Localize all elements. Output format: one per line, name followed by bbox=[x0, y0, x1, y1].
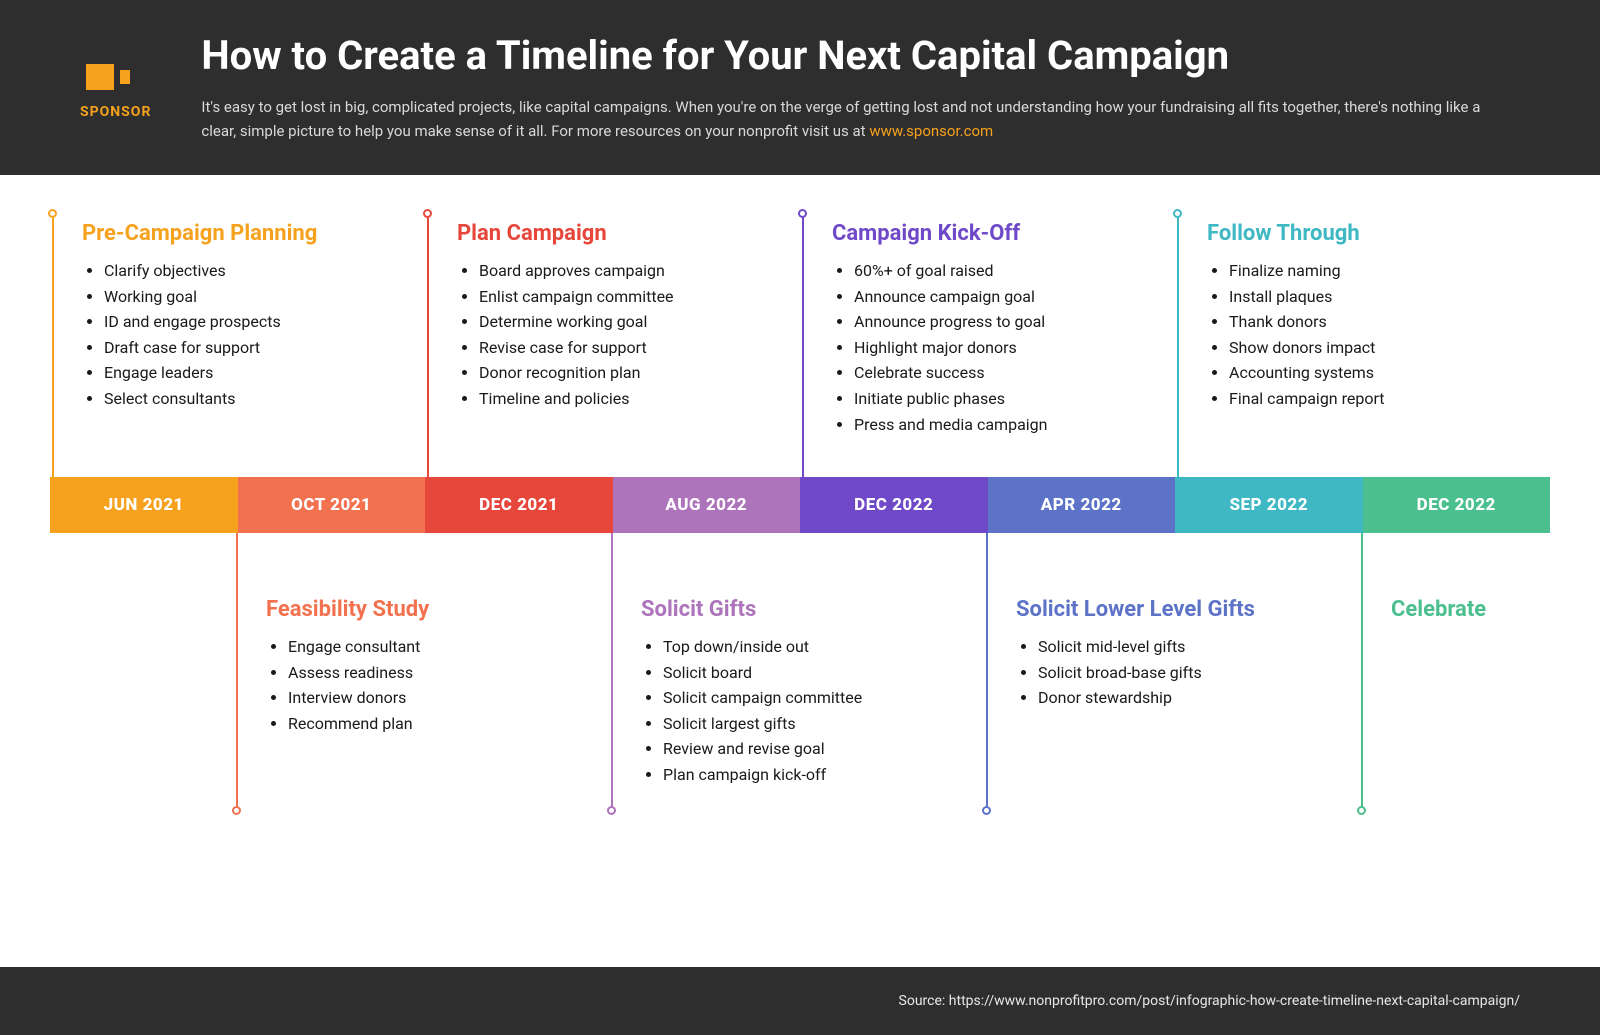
connector-plan-campaign bbox=[427, 213, 429, 477]
phase-title: Plan Campaign bbox=[457, 221, 757, 246]
list-item: Solicit broad-base gifts bbox=[1038, 660, 1336, 686]
list-item: Announce progress to goal bbox=[854, 309, 1132, 335]
phase-follow-through: Follow Through Finalize naming Install p… bbox=[1207, 221, 1507, 412]
list-item: 60%+ of goal raised bbox=[854, 258, 1132, 284]
phase-title: Pre-Campaign Planning bbox=[82, 221, 382, 246]
list-item: Clarify objectives bbox=[104, 258, 382, 284]
list-item: Enlist campaign committee bbox=[479, 284, 757, 310]
header: SPONSOR How to Create a Timeline for You… bbox=[0, 0, 1600, 175]
list-item: Accounting systems bbox=[1229, 360, 1507, 386]
phase-title: Celebrate bbox=[1391, 597, 1571, 622]
list-item: Assess readiness bbox=[288, 660, 566, 686]
phase-list: Board approves campaign Enlist campaign … bbox=[457, 258, 757, 412]
phase-celebrate: Celebrate bbox=[1391, 597, 1571, 634]
connector-celebrate bbox=[1361, 533, 1363, 811]
list-item: Solicit mid-level gifts bbox=[1038, 634, 1336, 660]
phase-list: Clarify objectives Working goal ID and e… bbox=[82, 258, 382, 412]
phase-pre-campaign: Pre-Campaign Planning Clarify objectives… bbox=[82, 221, 382, 412]
list-item: Engage consultant bbox=[288, 634, 566, 660]
list-item: Review and revise goal bbox=[663, 736, 941, 762]
list-item: Announce campaign goal bbox=[854, 284, 1132, 310]
connector-pre-campaign bbox=[52, 213, 54, 477]
list-item: Install plaques bbox=[1229, 284, 1507, 310]
month-oct-2021: OCT 2021 bbox=[238, 477, 426, 533]
header-text: How to Create a Timeline for Your Next C… bbox=[201, 32, 1501, 143]
main-canvas: JUN 2021 OCT 2021 DEC 2021 AUG 2022 DEC … bbox=[0, 175, 1600, 967]
month-dec-2021: DEC 2021 bbox=[425, 477, 613, 533]
subtitle-text: It's easy to get lost in big, complicate… bbox=[201, 98, 1480, 140]
list-item: Finalize naming bbox=[1229, 258, 1507, 284]
connector-solicit-gifts bbox=[611, 533, 613, 811]
sponsor-logo: SPONSOR bbox=[80, 56, 151, 120]
connector-feasibility bbox=[236, 533, 238, 811]
list-item: Recommend plan bbox=[288, 711, 566, 737]
footer-source: Source: https://www.nonprofitpro.com/pos… bbox=[899, 993, 1520, 1009]
phase-solicit-gifts: Solicit Gifts Top down/inside out Solici… bbox=[641, 597, 941, 788]
page-subtitle: It's easy to get lost in big, complicate… bbox=[201, 95, 1501, 143]
list-item: Solicit largest gifts bbox=[663, 711, 941, 737]
list-item: Show donors impact bbox=[1229, 335, 1507, 361]
connector-follow-through bbox=[1177, 213, 1179, 477]
timeline-bar: JUN 2021 OCT 2021 DEC 2021 AUG 2022 DEC … bbox=[50, 477, 1550, 533]
month-jun-2021: JUN 2021 bbox=[50, 477, 238, 533]
phase-list: Engage consultant Assess readiness Inter… bbox=[266, 634, 566, 736]
month-aug-2022: AUG 2022 bbox=[613, 477, 801, 533]
logo-mark-icon bbox=[86, 56, 146, 98]
list-item: Solicit campaign committee bbox=[663, 685, 941, 711]
list-item: Final campaign report bbox=[1229, 386, 1507, 412]
phase-list: Finalize naming Install plaques Thank do… bbox=[1207, 258, 1507, 412]
list-item: Determine working goal bbox=[479, 309, 757, 335]
connector-lower-level bbox=[986, 533, 988, 811]
phase-title: Follow Through bbox=[1207, 221, 1507, 246]
list-item: Revise case for support bbox=[479, 335, 757, 361]
month-apr-2022: APR 2022 bbox=[988, 477, 1176, 533]
subtitle-link[interactable]: www.sponsor.com bbox=[869, 122, 993, 140]
phase-title: Feasibility Study bbox=[266, 597, 566, 622]
phase-title: Solicit Lower Level Gifts bbox=[1016, 597, 1336, 622]
list-item: Solicit board bbox=[663, 660, 941, 686]
logo-text: SPONSOR bbox=[80, 104, 151, 120]
list-item: Press and media campaign bbox=[854, 412, 1132, 438]
list-item: Engage leaders bbox=[104, 360, 382, 386]
phase-title: Campaign Kick-Off bbox=[832, 221, 1132, 246]
list-item: Timeline and policies bbox=[479, 386, 757, 412]
phase-title: Solicit Gifts bbox=[641, 597, 941, 622]
month-sep-2022: SEP 2022 bbox=[1175, 477, 1363, 533]
list-item: Select consultants bbox=[104, 386, 382, 412]
phase-lower-level: Solicit Lower Level Gifts Solicit mid-le… bbox=[1016, 597, 1336, 711]
phase-feasibility: Feasibility Study Engage consultant Asse… bbox=[266, 597, 566, 736]
list-item: Donor recognition plan bbox=[479, 360, 757, 386]
connector-kickoff bbox=[802, 213, 804, 477]
month-dec-2022-a: DEC 2022 bbox=[800, 477, 988, 533]
list-item: Working goal bbox=[104, 284, 382, 310]
phase-list: 60%+ of goal raised Announce campaign go… bbox=[832, 258, 1132, 437]
list-item: Donor stewardship bbox=[1038, 685, 1336, 711]
phase-kickoff: Campaign Kick-Off 60%+ of goal raised An… bbox=[832, 221, 1132, 437]
list-item: Highlight major donors bbox=[854, 335, 1132, 361]
list-item: Initiate public phases bbox=[854, 386, 1132, 412]
month-dec-2022-b: DEC 2022 bbox=[1363, 477, 1551, 533]
list-item: ID and engage prospects bbox=[104, 309, 382, 335]
phase-list: Solicit mid-level gifts Solicit broad-ba… bbox=[1016, 634, 1336, 711]
list-item: Plan campaign kick-off bbox=[663, 762, 941, 788]
list-item: Celebrate success bbox=[854, 360, 1132, 386]
list-item: Draft case for support bbox=[104, 335, 382, 361]
list-item: Thank donors bbox=[1229, 309, 1507, 335]
list-item: Board approves campaign bbox=[479, 258, 757, 284]
list-item: Top down/inside out bbox=[663, 634, 941, 660]
footer: Source: https://www.nonprofitpro.com/pos… bbox=[0, 967, 1600, 1035]
page-title: How to Create a Timeline for Your Next C… bbox=[201, 32, 1501, 79]
phase-list: Top down/inside out Solicit board Solici… bbox=[641, 634, 941, 788]
list-item: Interview donors bbox=[288, 685, 566, 711]
phase-plan-campaign: Plan Campaign Board approves campaign En… bbox=[457, 221, 757, 412]
